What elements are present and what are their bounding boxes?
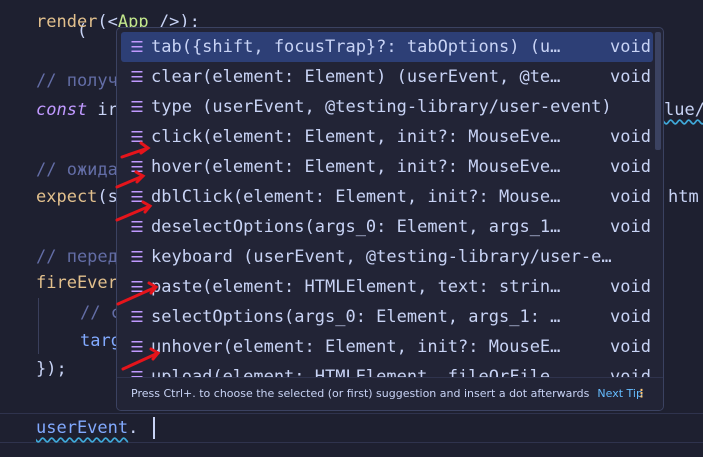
arrow-unhover: [121, 351, 160, 371]
code-editor[interactable]: ( render(<App />); // получ const ir lue…: [0, 0, 703, 457]
arrow-paste: [116, 285, 158, 306]
annotation-arrows: [115, 141, 161, 371]
